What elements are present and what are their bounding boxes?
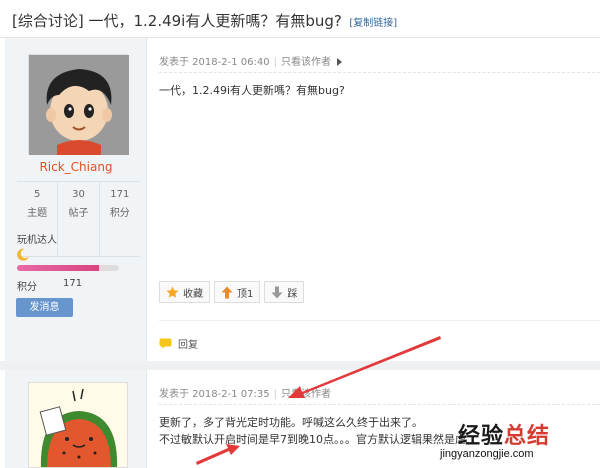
avatar[interactable] xyxy=(28,382,128,468)
author-only-link[interactable]: 只看该作者 xyxy=(281,389,331,400)
favorite-button[interactable]: 收藏 xyxy=(159,281,210,303)
thread-title: [综合讨论] 一代，1.2.49i有人更新嗎？有無bug? xyxy=(12,12,342,30)
play-arrow-icon[interactable] xyxy=(336,58,342,66)
reply-icon xyxy=(159,338,172,349)
post-date: 发表于 2018-2-1 06:40 xyxy=(159,57,270,68)
post-separator xyxy=(0,361,600,370)
points-label: 积分 xyxy=(17,282,37,293)
post-1: Rick_Chiang 5 主题 30 帖子 171 积分 玩机达人 积分 17… xyxy=(5,38,600,361)
post-body: 一代，1.2.49i有人更新嗎？有無bug? xyxy=(159,84,345,97)
post-content: 发表于 2018-2-1 06:40 | 只看该作者 一代，1.2.49i有人更新嗎… xyxy=(148,38,600,361)
stat-value: 171 xyxy=(110,189,130,200)
post-date: 发表于 2018-2-1 07:35 xyxy=(159,389,270,400)
meta-separator: | xyxy=(273,389,277,400)
copy-link[interactable]: [复制链接] xyxy=(349,18,397,29)
author-only-link[interactable]: 只看该作者 xyxy=(281,57,331,68)
post-author-sidebar xyxy=(5,370,147,468)
post-body-line: 更新了，多了背光定时功能。呼喊这么久终于出来了。 xyxy=(159,416,423,429)
user-rank: 玩机达人 xyxy=(17,235,57,246)
rank-progress-bar xyxy=(17,265,119,271)
upvote-button[interactable]: 顶1 xyxy=(214,281,261,303)
moon-icon xyxy=(17,248,29,261)
reply-label: 回复 xyxy=(178,340,198,351)
downvote-label: 踩 xyxy=(287,288,298,300)
arrow-up-icon xyxy=(221,286,233,298)
upvote-label: 顶1 xyxy=(237,288,254,300)
watermark-logo: 经验总结 xyxy=(458,418,550,450)
send-message-button[interactable]: 发消息 xyxy=(16,298,73,317)
post-body: 更新了，多了背光定时功能。呼喊这么久终于出来了。 不过敏默认开启时间是早7到晚1… xyxy=(159,414,466,448)
username-link[interactable]: Rick_Chiang xyxy=(5,160,147,174)
star-icon xyxy=(166,286,179,298)
meta-separator: | xyxy=(273,57,277,68)
arrow-down-icon xyxy=(271,286,283,298)
watermark-text: 经验 xyxy=(458,424,505,449)
meta-divider xyxy=(159,404,600,405)
points-value: 171 xyxy=(63,278,83,289)
post-meta: 发表于 2018-2-1 06:40 | 只看该作者 xyxy=(159,53,342,68)
stat-posts[interactable]: 30 帖子 xyxy=(58,182,100,256)
post-actions: 收藏 顶1 踩 xyxy=(159,281,305,303)
watermark-text-accent: 总结 xyxy=(504,424,551,449)
post-author-sidebar: Rick_Chiang 5 主题 30 帖子 171 积分 玩机达人 积分 17… xyxy=(5,38,147,361)
reply-button[interactable]: 回复 xyxy=(159,336,198,351)
watermark: 经验总结 jingyanzongjie.com xyxy=(440,418,595,468)
post-body-line: 不过敏默认开启时间是早7到晚10点。。。官方默认逻辑果然是虐 xyxy=(159,433,466,446)
reply-divider xyxy=(159,320,600,321)
avatar[interactable] xyxy=(28,54,129,155)
watermark-url: jingyanzongjie.com xyxy=(440,448,534,460)
stat-label: 帖子 xyxy=(68,208,89,219)
rank-progress-fill xyxy=(17,265,99,271)
stat-value: 30 xyxy=(72,189,85,200)
favorite-label: 收藏 xyxy=(183,288,203,300)
post-meta: 发表于 2018-2-1 07:35 | 只看该作者 xyxy=(159,385,331,400)
thread-title-bar: [综合讨论] 一代，1.2.49i有人更新嗎？有無bug? [复制链接] xyxy=(0,0,600,40)
stat-value: 5 xyxy=(33,189,41,200)
stat-label: 积分 xyxy=(109,208,130,219)
meta-divider xyxy=(159,72,600,73)
downvote-button[interactable]: 踩 xyxy=(264,281,305,303)
stat-points[interactable]: 171 积分 xyxy=(100,182,140,256)
stat-label: 主题 xyxy=(27,208,48,219)
